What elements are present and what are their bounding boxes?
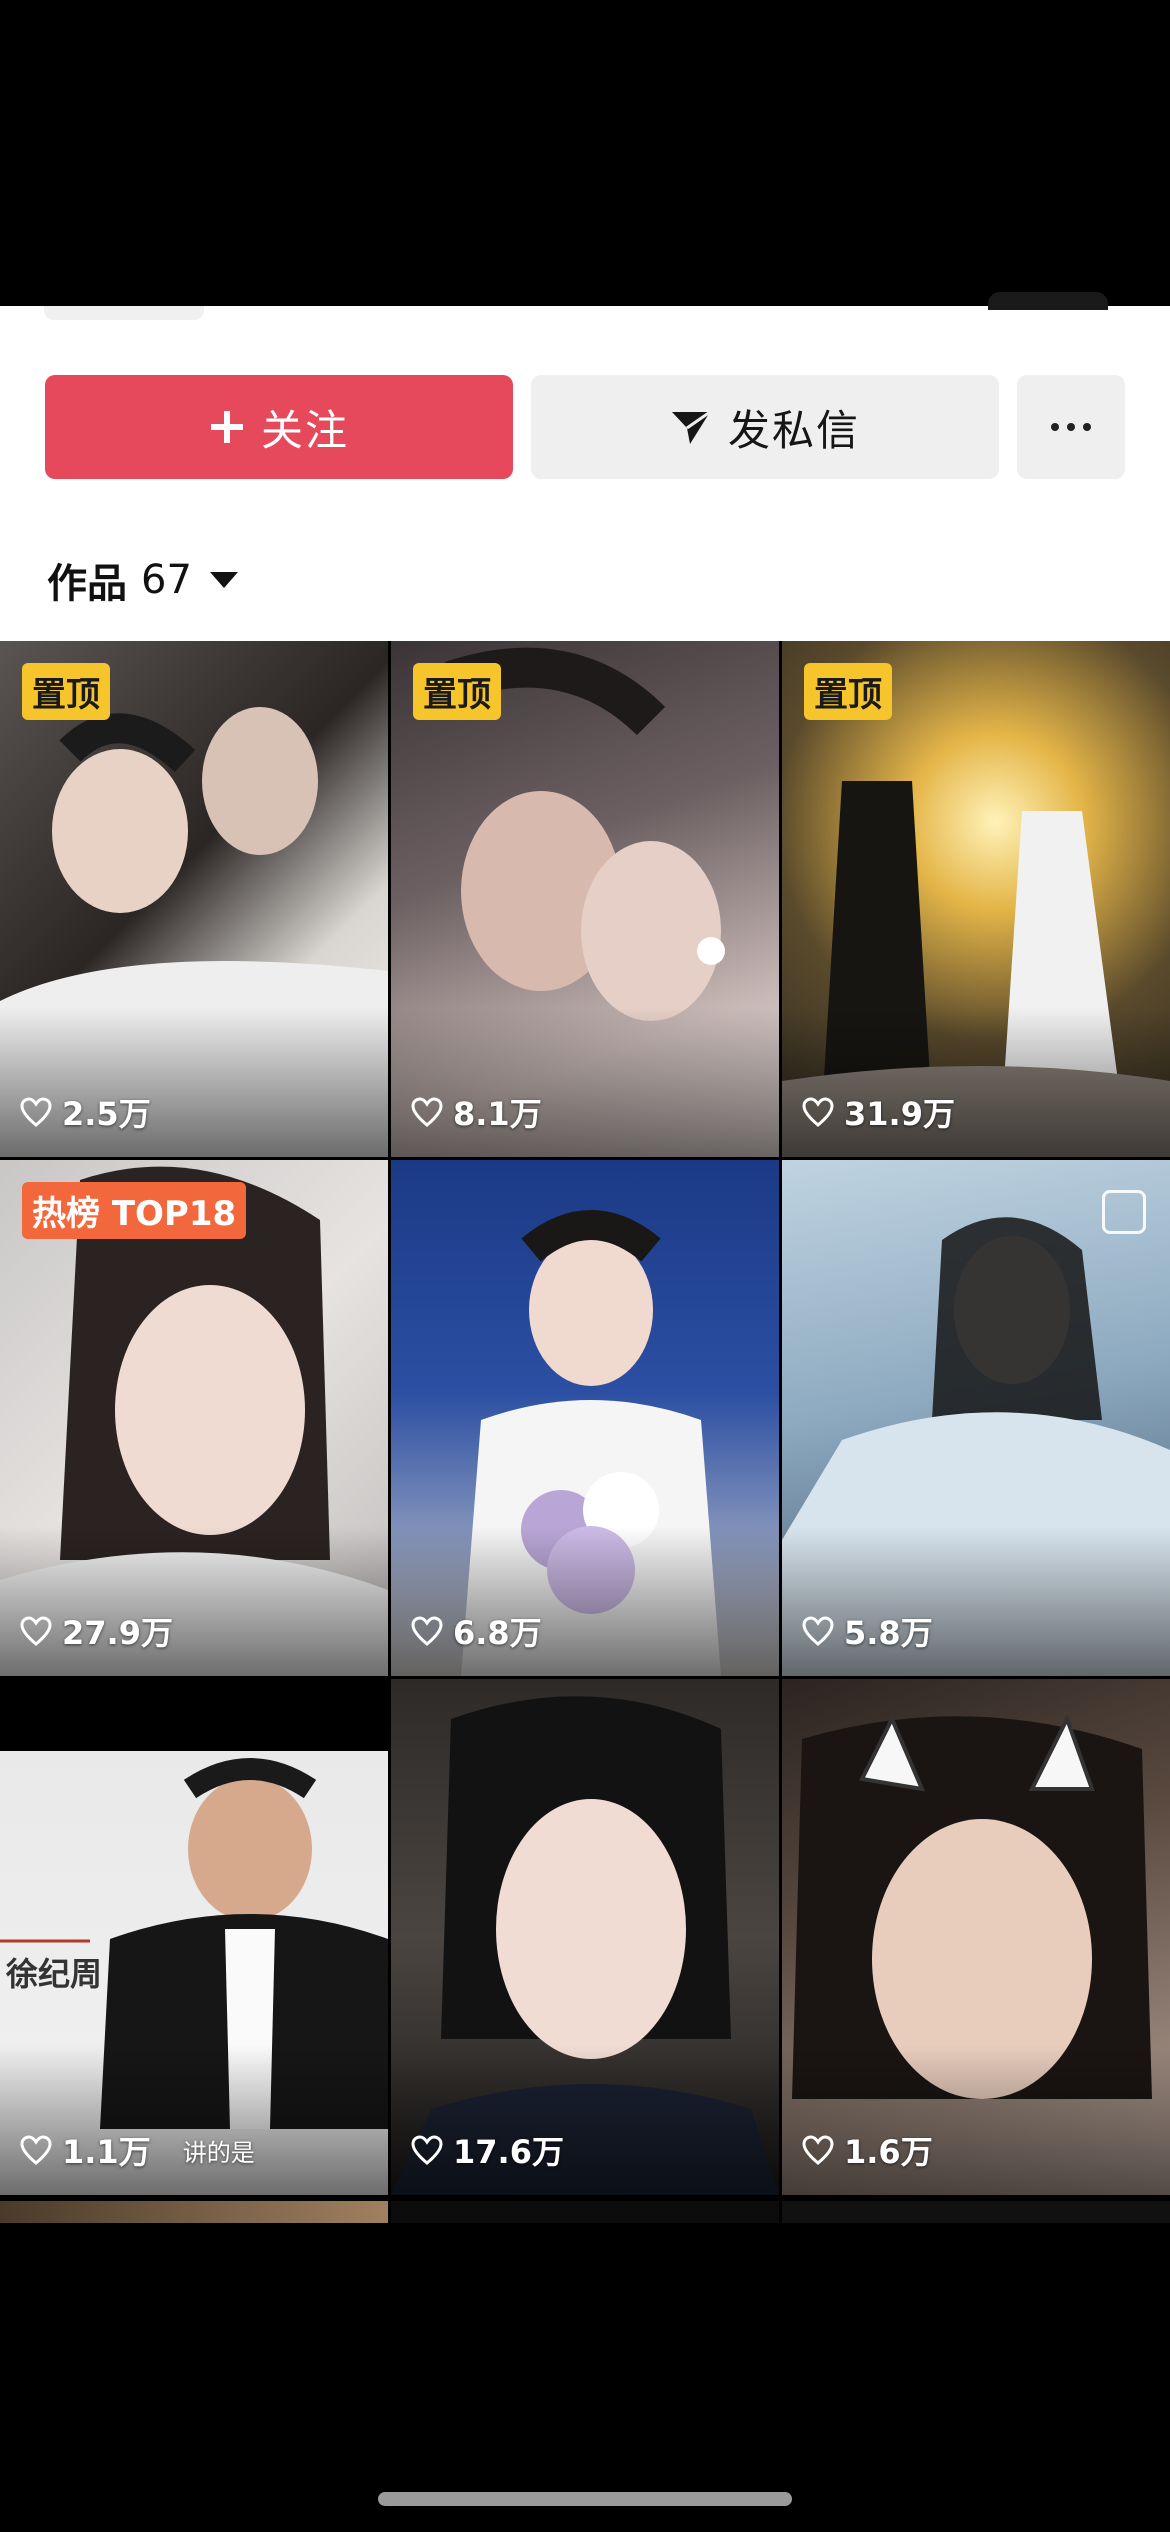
heart-icon [20,2135,52,2165]
video-tile-peek [0,2201,388,2223]
video-tile[interactable]: 17.6万 [391,1679,779,2195]
like-count-value: 17.6万 [453,2133,564,2171]
pinned-badge: 置顶 [413,663,501,720]
like-count: 31.9万 [802,1089,955,1135]
heart-icon [802,1616,834,1646]
profile-screen: 关注 发私信 作品 67 置顶 2.5万 置顶 8.1万 置顶 31.9万 热榜… [0,0,1170,2532]
like-count: 2.5万 [20,1089,151,1135]
like-count-value: 27.9万 [62,1614,173,1652]
heart-icon [411,1097,443,1127]
like-count-value: 5.8万 [844,1614,933,1652]
like-count-value: 8.1万 [453,1095,542,1133]
like-count-value: 2.5万 [62,1095,151,1133]
like-count: 6.8万 [411,1608,542,1654]
like-count-value: 31.9万 [844,1095,955,1133]
send-message-button[interactable]: 发私信 [531,375,999,479]
heart-icon [20,1097,52,1127]
video-tile-peek [391,2201,779,2223]
like-count-value: 1.1万 [62,2133,151,2171]
video-tile[interactable]: 徐纪周 1.1万 讲的是 [0,1679,388,2195]
video-tile-peek [782,2201,1170,2223]
heart-icon [411,1616,443,1646]
send-message-label: 发私信 [727,405,860,455]
like-count: 8.1万 [411,1089,542,1135]
heart-icon [802,2135,834,2165]
like-count: 27.9万 [20,1608,173,1654]
hot-rank-badge: 热榜 TOP18 [22,1182,247,1239]
select-checkbox[interactable] [1102,1190,1146,1234]
scrolled-content-edge-right [988,292,1108,310]
video-caption: 徐纪周 [6,1955,103,1993]
video-tile[interactable]: 1.6万 [782,1679,1170,2195]
like-count: 5.8万 [802,1608,933,1654]
like-count-value: 1.6万 [844,2133,933,2171]
like-count: 1.6万 [802,2127,933,2173]
follow-label: 关注 [260,405,349,455]
heart-icon [802,1097,834,1127]
pinned-badge: 置顶 [22,663,110,720]
subtitle-snippet: 讲的是 [182,2138,255,2167]
like-count: 1.1万 讲的是 [20,2127,255,2173]
plus-icon [209,409,245,445]
more-dots-icon [1051,423,1091,431]
video-tile[interactable]: 置顶 31.9万 [782,641,1170,1157]
pinned-badge: 置顶 [804,663,892,720]
heart-icon [20,1616,52,1646]
works-count: 67 [141,557,192,603]
video-tile[interactable]: 5.8万 [782,1160,1170,1676]
video-area [0,0,1170,306]
works-label: 作品 [47,561,127,607]
follow-button[interactable]: 关注 [45,375,513,479]
video-tile[interactable]: 置顶 2.5万 [0,641,388,1157]
more-button[interactable] [1017,375,1125,479]
profile-actions: 关注 发私信 [45,375,1125,479]
video-tile[interactable]: 热榜 TOP18 27.9万 [0,1160,388,1676]
works-tab[interactable]: 作品 67 [47,550,238,610]
video-tile[interactable]: 6.8万 [391,1160,779,1676]
video-tile[interactable]: 置顶 8.1万 [391,641,779,1157]
send-icon [670,408,712,446]
heart-icon [411,2135,443,2165]
like-count: 17.6万 [411,2127,564,2173]
scrolled-content-edge [44,306,204,320]
home-indicator[interactable] [378,2492,792,2506]
caret-down-icon [209,572,238,588]
like-count-value: 6.8万 [453,1614,542,1652]
